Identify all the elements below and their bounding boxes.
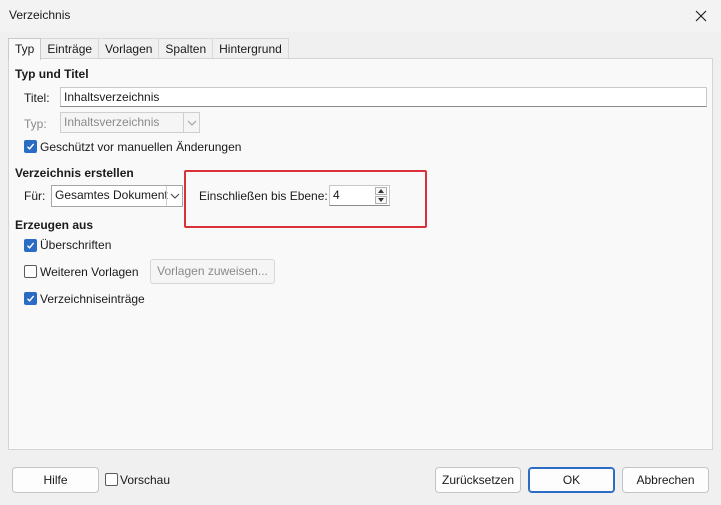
help-button[interactable]: Hilfe xyxy=(12,467,99,493)
preview-label: Vorschau xyxy=(120,473,171,487)
title-bar: Verzeichnis xyxy=(0,0,721,32)
close-button[interactable] xyxy=(681,0,721,32)
type-select-value: Inhaltsverzeichnis xyxy=(64,115,160,129)
checkmark-icon xyxy=(27,242,35,249)
chevron-down-icon xyxy=(166,186,182,206)
chevron-down-icon xyxy=(183,113,199,132)
index-entries-checkbox[interactable] xyxy=(24,292,37,305)
more-styles-checkbox[interactable] xyxy=(24,265,37,278)
index-entries-label: Verzeichniseinträge xyxy=(40,292,145,306)
generate-from-heading: Erzeugen aus xyxy=(15,218,94,232)
checkmark-icon xyxy=(27,143,35,150)
create-index-heading: Verzeichnis erstellen xyxy=(15,166,134,180)
title-label: Titel: xyxy=(24,91,50,105)
type-label: Typ: xyxy=(24,117,47,131)
tab-spalten[interactable]: Spalten xyxy=(158,38,214,59)
preview-checkbox[interactable] xyxy=(105,473,118,486)
tab-bar: Typ Einträge Vorlagen Spalten Hintergrun… xyxy=(8,38,289,60)
scope-select[interactable]: Gesamtes Dokument xyxy=(51,185,183,207)
headings-checkbox[interactable] xyxy=(24,239,37,252)
type-select[interactable]: Inhaltsverzeichnis xyxy=(60,112,200,133)
close-icon xyxy=(695,10,707,22)
scope-select-value: Gesamtes Dokument xyxy=(55,188,168,202)
assign-styles-button[interactable]: Vorlagen zuweisen... xyxy=(150,259,275,284)
protected-checkbox[interactable] xyxy=(24,140,37,153)
window-title: Verzeichnis xyxy=(9,8,71,22)
for-label: Für: xyxy=(24,189,46,203)
tab-typ[interactable]: Typ xyxy=(8,38,42,60)
tab-vorlagen[interactable]: Vorlagen xyxy=(98,38,160,59)
type-title-heading: Typ und Titel xyxy=(15,67,89,81)
headings-label: Überschriften xyxy=(40,238,112,252)
reset-button[interactable]: Zurücksetzen xyxy=(435,467,521,493)
highlight-box xyxy=(184,170,427,228)
tab-hintergrund[interactable]: Hintergrund xyxy=(212,38,289,59)
title-input[interactable]: Inhaltsverzeichnis xyxy=(60,87,707,107)
checkmark-icon xyxy=(27,295,35,302)
more-styles-label: Weiteren Vorlagen xyxy=(40,265,139,279)
ok-button[interactable]: OK xyxy=(528,467,615,493)
cancel-button[interactable]: Abbrechen xyxy=(622,467,709,493)
tab-eintraege[interactable]: Einträge xyxy=(40,38,100,59)
protected-label: Geschützt vor manuellen Änderungen xyxy=(40,140,242,154)
